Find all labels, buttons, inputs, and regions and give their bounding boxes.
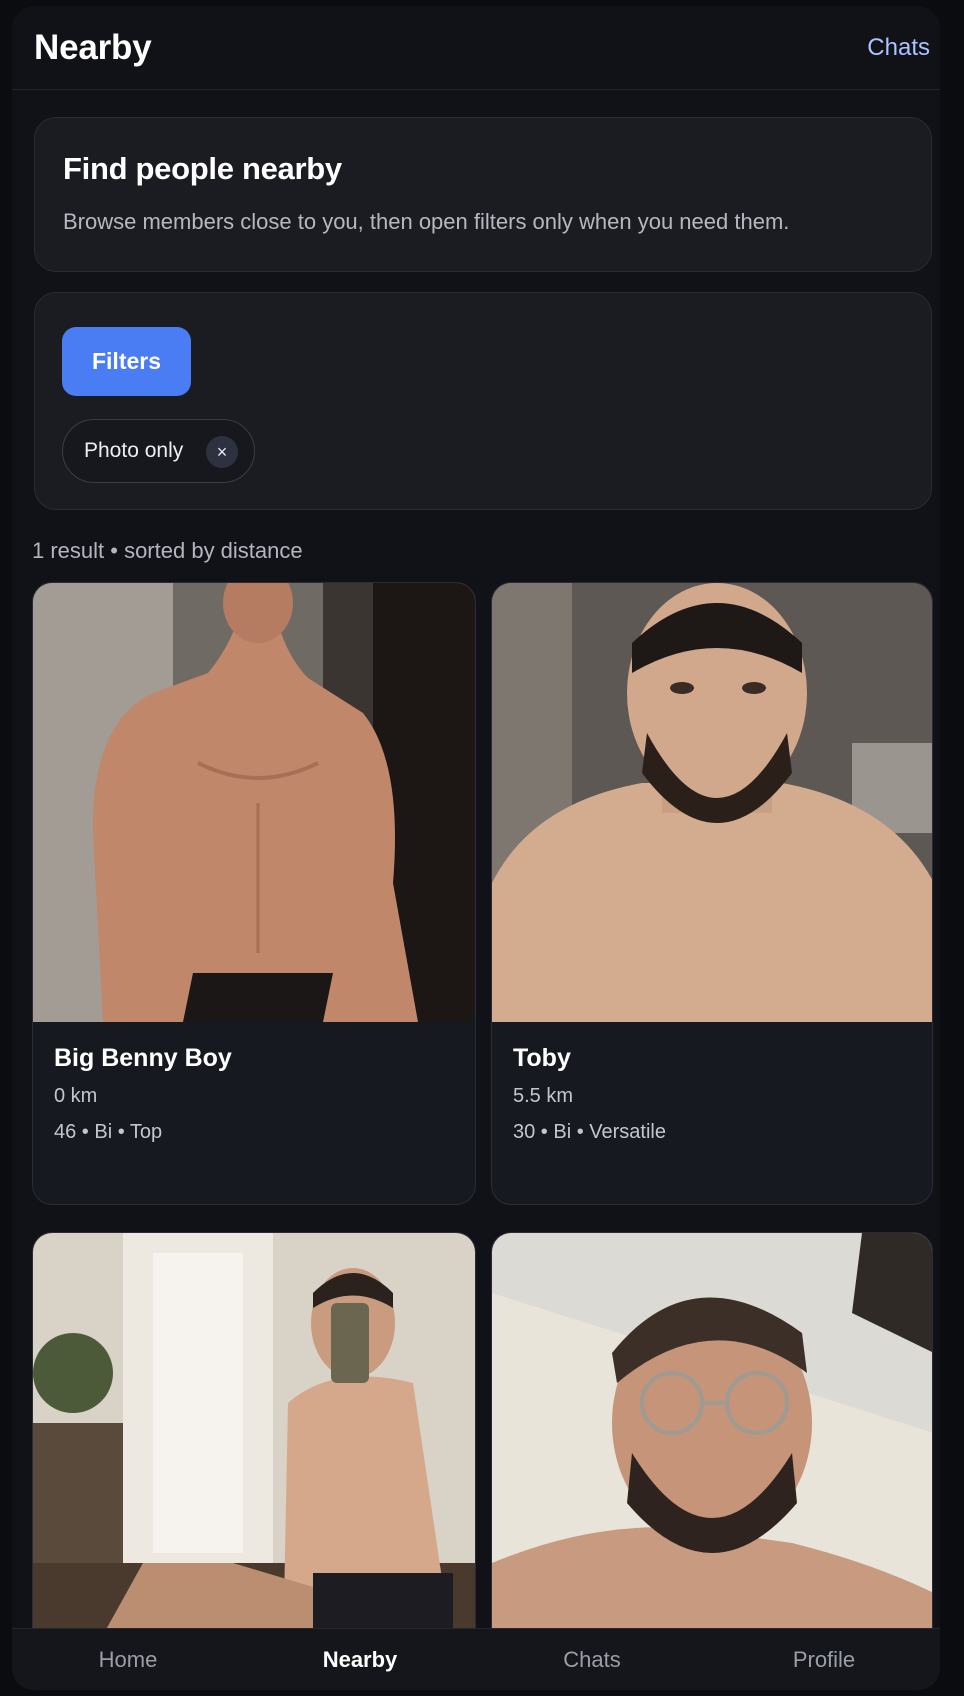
profile-card[interactable] [32,1232,476,1652]
profile-photo [33,1233,475,1651]
remove-filter-icon[interactable]: × [206,436,238,468]
profile-name: Toby [513,1044,571,1072]
profile-photo [492,1233,932,1651]
app-frame: Nearby Chats Find people nearby Browse m… [12,6,940,1690]
profile-distance: 5.5 km [513,1085,574,1107]
profile-distance: 0 km [54,1085,98,1107]
filters-button[interactable]: Filters [62,327,191,396]
profile-photo [33,583,475,1022]
profile-info: Toby 5.5 km 30 • Bi • Versatile [513,1044,666,1144]
profile-card[interactable]: Big Benny Boy 0 km 46 • Bi • Top [32,582,476,1205]
filter-chip-photo-only[interactable]: Photo only × [62,419,255,483]
nav-home[interactable]: Home [12,1629,244,1690]
intro-description: Browse members close to you, then open f… [63,209,790,234]
profile-photo-image [492,1233,932,1651]
profile-info: Big Benny Boy 0 km 46 • Bi • Top [54,1044,232,1144]
nav-chats[interactable]: Chats [476,1629,708,1690]
profile-photo [492,583,932,1022]
filters-card: Filters Photo only × [34,292,932,510]
profile-details: 30 • Bi • Versatile [513,1121,666,1143]
filter-chip-label: Photo only [84,439,184,462]
profile-card[interactable]: Toby 5.5 km 30 • Bi • Versatile [491,582,933,1205]
profile-photo-image [33,583,475,1022]
results-summary: 1 result • sorted by distance [32,538,303,563]
profile-details: 46 • Bi • Top [54,1121,163,1143]
nav-nearby[interactable]: Nearby [244,1629,476,1690]
profile-photo-image [492,583,932,1022]
profile-card[interactable] [491,1232,933,1652]
profile-name: Big Benny Boy [54,1044,232,1072]
profile-photo-image [33,1233,475,1651]
chats-link[interactable]: Chats [867,34,930,62]
top-bar: Nearby Chats [12,6,940,90]
intro-heading: Find people nearby [63,151,342,186]
page-title: Nearby [34,27,152,67]
nav-profile[interactable]: Profile [708,1629,940,1690]
intro-card: Find people nearby Browse members close … [34,117,932,272]
bottom-nav: Home Nearby Chats Profile [12,1628,940,1690]
